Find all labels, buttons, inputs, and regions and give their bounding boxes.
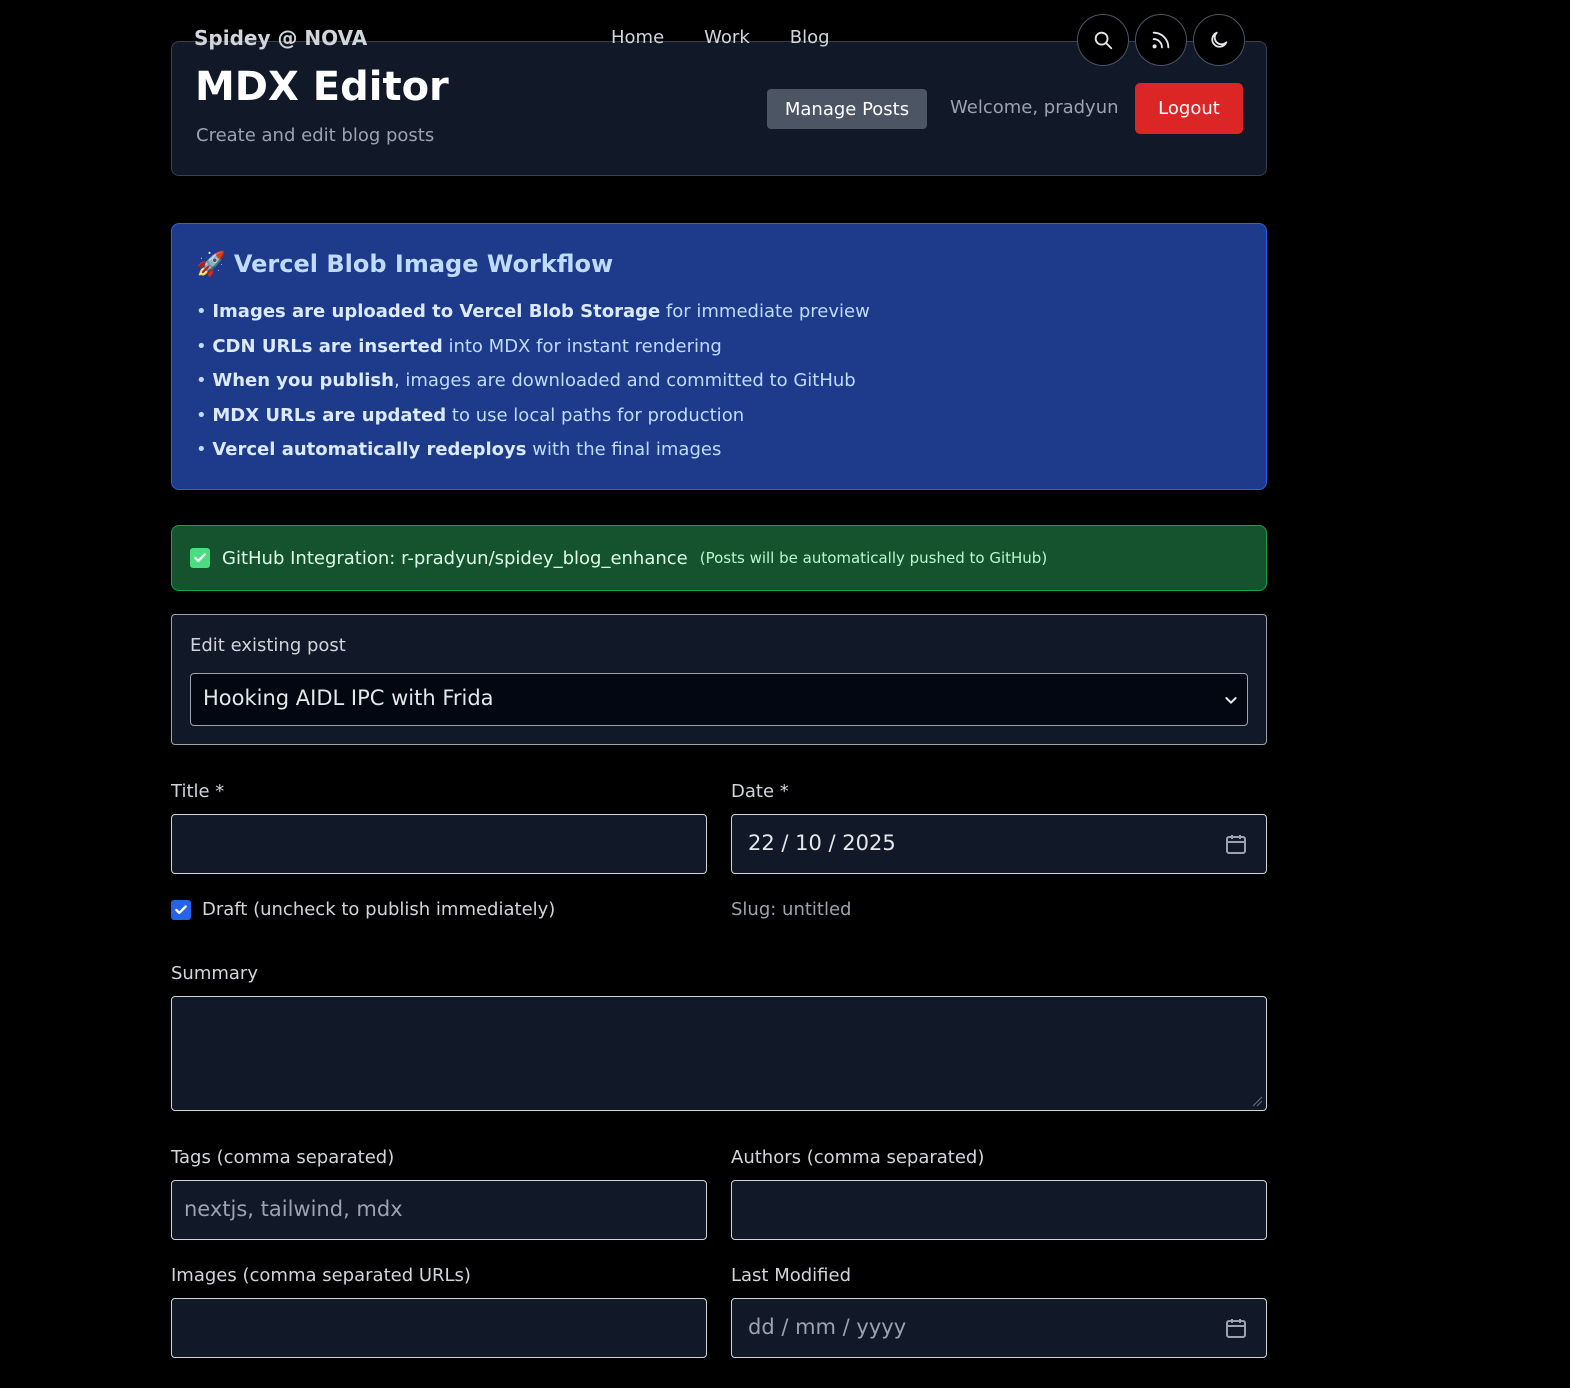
draft-checkbox[interactable] bbox=[171, 899, 191, 920]
list-item: • MDX URLs are updated to use local path… bbox=[196, 404, 745, 426]
theme-toggle-button[interactable] bbox=[1193, 14, 1245, 66]
summary-label: Summary bbox=[171, 963, 258, 984]
chevron-down-icon bbox=[1225, 697, 1237, 704]
check-icon bbox=[190, 548, 210, 568]
workflow-title: 🚀 Vercel Blob Image Workflow bbox=[196, 250, 613, 278]
edit-existing-label: Edit existing post bbox=[190, 635, 346, 656]
manage-posts-button[interactable]: Manage Posts bbox=[767, 89, 927, 129]
authors-label: Authors (comma separated) bbox=[731, 1147, 985, 1168]
nav-work-link[interactable]: Work bbox=[704, 27, 750, 48]
tags-input[interactable]: nextjs, tailwind, mdx bbox=[171, 1180, 707, 1240]
existing-post-select[interactable]: Hooking AIDL IPC with Frida bbox=[190, 673, 1248, 726]
tags-label: Tags (comma separated) bbox=[171, 1147, 395, 1168]
list-item: • CDN URLs are inserted into MDX for ins… bbox=[196, 335, 722, 357]
summary-textarea[interactable] bbox=[171, 996, 1267, 1111]
workflow-list: • Images are uploaded to Vercel Blob Sto… bbox=[196, 300, 870, 473]
slug-text: Slug: untitled bbox=[731, 899, 852, 920]
list-item: • When you publish, images are downloade… bbox=[196, 370, 856, 391]
search-button[interactable] bbox=[1077, 14, 1129, 66]
welcome-text: Welcome, pradyun bbox=[950, 97, 1119, 118]
site-brand[interactable]: Spidey @ NOVA bbox=[194, 26, 367, 50]
nav-blog-link[interactable]: Blog bbox=[790, 27, 830, 48]
page-subtitle: Create and edit blog posts bbox=[196, 125, 435, 146]
calendar-icon[interactable] bbox=[1224, 832, 1248, 856]
rocket-icon: 🚀 bbox=[196, 250, 226, 278]
title-input[interactable] bbox=[171, 814, 707, 874]
workflow-title-text: Vercel Blob Image Workflow bbox=[233, 250, 614, 278]
moon-icon bbox=[1211, 31, 1228, 48]
date-input[interactable]: 22 / 10 / 2025 bbox=[731, 814, 1267, 874]
draft-label: Draft (uncheck to publish immediately) bbox=[202, 899, 556, 920]
search-icon bbox=[1094, 31, 1113, 50]
images-label: Images (comma separated URLs) bbox=[171, 1265, 471, 1286]
last-modified-label: Last Modified bbox=[731, 1265, 852, 1286]
authors-input[interactable] bbox=[731, 1180, 1267, 1240]
calendar-icon[interactable] bbox=[1224, 1316, 1248, 1340]
rss-button[interactable] bbox=[1135, 14, 1187, 66]
last-modified-input[interactable]: dd / mm / yyyy bbox=[731, 1298, 1267, 1358]
images-input[interactable] bbox=[171, 1298, 707, 1358]
draft-checkbox-row[interactable]: Draft (uncheck to publish immediately) bbox=[171, 899, 555, 920]
list-item: • Images are uploaded to Vercel Blob Sto… bbox=[196, 301, 870, 322]
top-nav: Home Work Blog bbox=[611, 27, 870, 48]
date-label: Date * bbox=[731, 781, 789, 802]
github-integration-text: GitHub Integration: r-pradyun/spidey_blo… bbox=[222, 547, 688, 569]
edit-existing-post-panel: Edit existing post Hooking AIDL IPC with… bbox=[171, 614, 1267, 745]
list-item: • Vercel automatically redeploys with th… bbox=[196, 439, 722, 460]
nav-home-link[interactable]: Home bbox=[611, 27, 664, 48]
github-integration-banner: GitHub Integration: r-pradyun/spidey_blo… bbox=[171, 525, 1267, 591]
resize-handle-icon[interactable] bbox=[1251, 1095, 1263, 1107]
last-modified-placeholder: dd / mm / yyyy bbox=[748, 1315, 907, 1339]
github-integration-note: (Posts will be automatically pushed to G… bbox=[699, 549, 1048, 567]
page-title: MDX Editor bbox=[195, 64, 449, 110]
title-label: Title * bbox=[171, 781, 225, 802]
tags-placeholder: nextjs, tailwind, mdx bbox=[184, 1197, 403, 1221]
existing-post-selected: Hooking AIDL IPC with Frida bbox=[203, 686, 494, 710]
logout-button[interactable]: Logout bbox=[1135, 83, 1243, 134]
workflow-info-panel: 🚀 Vercel Blob Image Workflow • Images ar… bbox=[171, 223, 1267, 490]
rss-icon bbox=[1152, 31, 1170, 49]
date-value: 22 / 10 / 2025 bbox=[748, 831, 896, 855]
